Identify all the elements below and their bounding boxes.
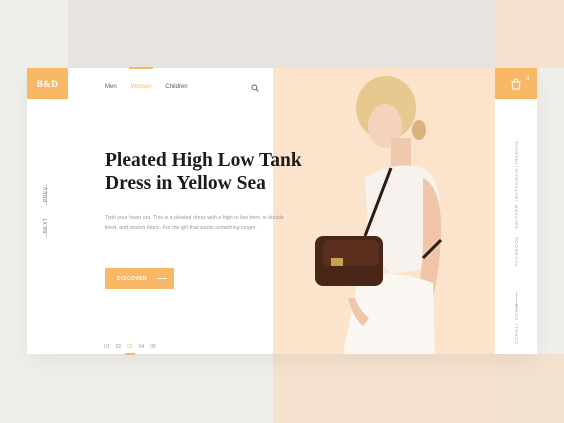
hero-title: Pleated High Low Tank Dress in Yellow Se… [105,149,345,195]
search-icon[interactable] [251,84,259,92]
pager-item[interactable]: 01 [104,344,110,350]
divider [46,228,47,238]
main-nav: Men Women Children [105,67,188,90]
background-band [0,0,68,68]
bag-icon [511,78,521,89]
discover-label: DISCOVER [117,275,148,282]
arrow-line-icon [157,278,168,279]
pager-item[interactable]: 05 [150,344,156,350]
social-link-twitter[interactable]: TWITTER [514,204,519,229]
social-link-facebook[interactable]: FACEBOOK [514,236,519,266]
background-band [0,354,273,423]
nav-item-men[interactable]: Men [105,84,117,90]
social-link-instagram[interactable]: INSTAGRAM [514,169,519,201]
social-link-linkedin[interactable]: LINKEDIN [514,141,519,167]
cart-button[interactable]: 0 [495,68,537,99]
pager-item-active[interactable]: 03 [125,344,135,355]
hero-title-line: Dress in Yellow Sea [105,173,266,194]
background-band [495,0,564,68]
pager-item[interactable]: 02 [116,344,122,350]
slide-pager: 01 02 03 04 05 [104,344,156,355]
background-band [68,0,495,68]
model-photo [315,76,443,354]
hero-image [273,68,495,354]
discover-button[interactable]: DISCOVER [105,268,174,289]
brand-logo[interactable]: B&D [27,68,68,99]
nav-item-women[interactable]: Women [128,67,153,90]
hero-description: Twirl your heart out. This is a pleated … [105,215,284,231]
nav-item-children[interactable]: Children [165,84,187,90]
cart-count: 0 [526,76,529,82]
hero-title-line: Pleated High Low Tank [105,150,302,171]
pager-item[interactable]: 04 [139,344,145,350]
scroll-down-link[interactable]: SCROLL DOWN [514,303,519,344]
prev-button[interactable]: PREV [43,186,49,202]
background-band [495,354,564,423]
